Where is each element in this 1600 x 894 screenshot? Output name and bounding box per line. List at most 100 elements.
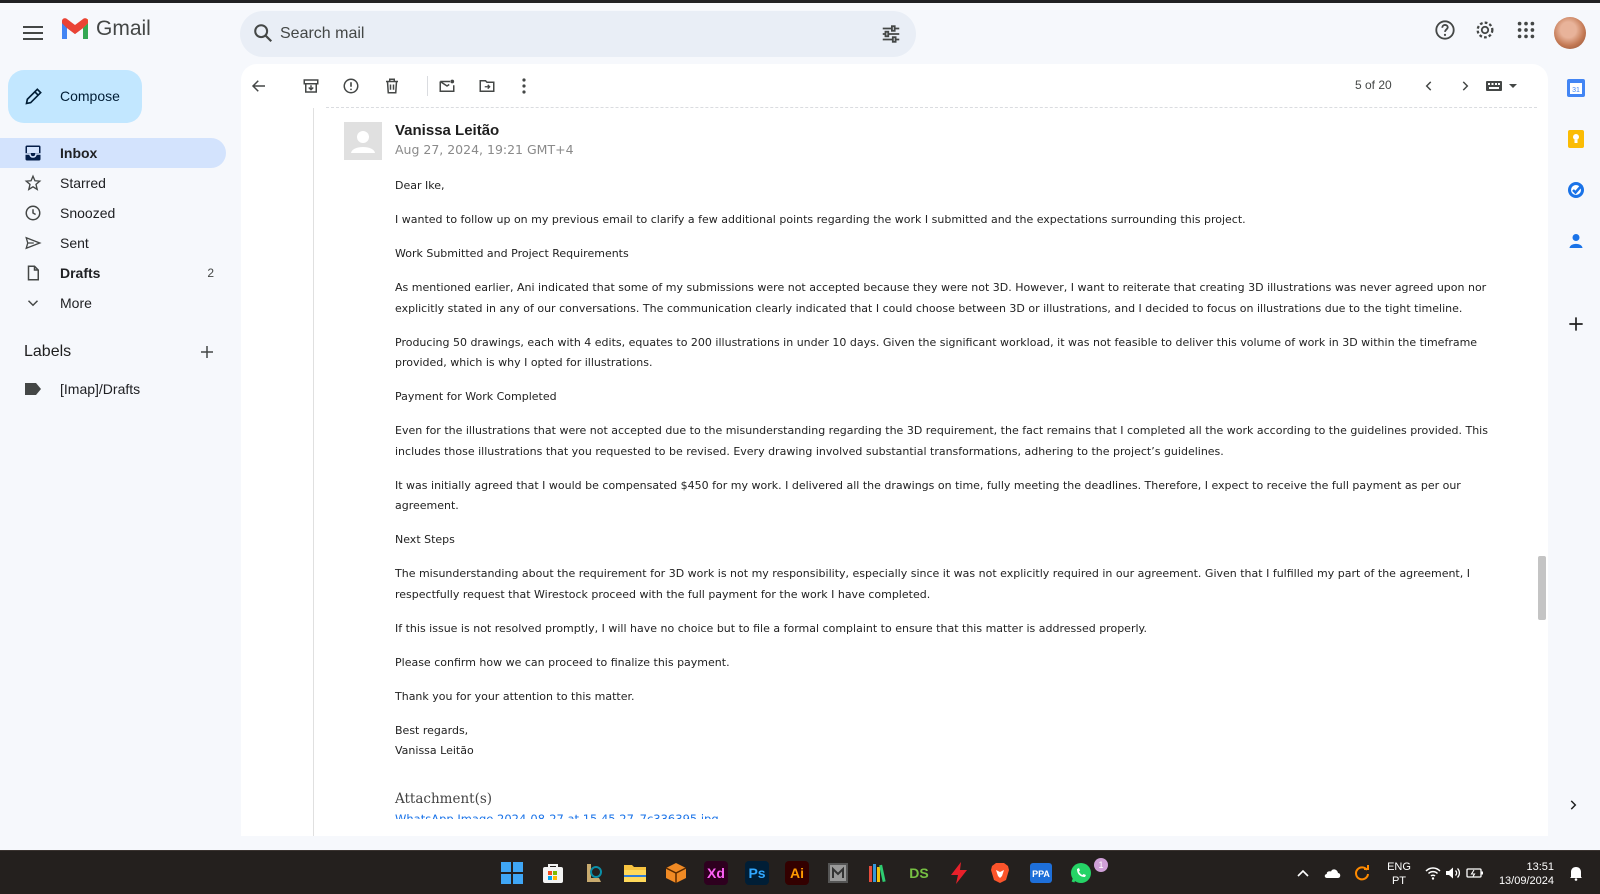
sidebar-item-label: Starred xyxy=(60,175,106,191)
sidebar-item-inbox[interactable]: Inbox xyxy=(0,138,226,168)
body-paragraph: I wanted to follow up on my previous ema… xyxy=(395,213,1246,226)
sync-update-icon[interactable] xyxy=(1350,861,1374,885)
archive-icon[interactable] xyxy=(299,74,323,98)
draft-icon xyxy=(24,264,42,282)
body-paragraph: Please confirm how we can proceed to fin… xyxy=(395,655,730,669)
sender-name[interactable]: Vanissa Leitão xyxy=(395,122,499,139)
attachments-heading: Attachment(s) xyxy=(395,791,493,807)
compose-button[interactable]: Compose xyxy=(8,70,142,123)
back-arrow-icon[interactable] xyxy=(247,74,271,98)
older-chevron-right-icon[interactable] xyxy=(1453,74,1477,98)
help-icon[interactable] xyxy=(1434,19,1456,46)
body-paragraph: The misunderstanding about the requireme… xyxy=(395,567,1470,601)
input-tools-keyboard-icon[interactable] xyxy=(1483,74,1521,98)
volume-speaker-icon[interactable] xyxy=(1441,861,1465,885)
pencil-icon xyxy=(24,86,44,111)
file-explorer-icon[interactable] xyxy=(623,861,647,885)
compose-label: Compose xyxy=(60,88,120,104)
sender-avatar xyxy=(344,122,382,160)
language-code: ENG xyxy=(1387,861,1411,873)
signature: Vanissa Leitão xyxy=(395,744,474,757)
sidebar-item-label: Inbox xyxy=(60,145,98,161)
main-menu-icon[interactable] xyxy=(18,18,48,48)
illustrator-icon[interactable]: Ai xyxy=(785,861,809,885)
body-paragraph: It was initially agreed that I would be … xyxy=(395,478,1461,513)
newer-chevron-left-icon[interactable] xyxy=(1417,74,1441,98)
search-bar[interactable] xyxy=(240,11,916,57)
notification-bell-icon[interactable] xyxy=(1564,861,1588,885)
closing: Best regards, xyxy=(395,723,469,737)
windows-start-icon[interactable] xyxy=(500,861,524,885)
tray-overflow-chevron-icon[interactable] xyxy=(1291,861,1315,885)
label-item-imap-drafts[interactable]: [Imap]/Drafts xyxy=(0,374,226,404)
keep-notes-icon[interactable] xyxy=(1566,129,1586,149)
label-item-label: [Imap]/Drafts xyxy=(60,381,141,397)
contacts-icon[interactable] xyxy=(1566,231,1586,251)
daz-studio-icon[interactable]: DS xyxy=(907,861,931,885)
whatsapp-unread-badge: 1 xyxy=(1094,858,1108,872)
adobe-xd-icon[interactable]: Xd xyxy=(704,861,728,885)
label-tag-icon xyxy=(24,381,42,402)
tasks-icon[interactable] xyxy=(1566,180,1586,200)
search-input[interactable] xyxy=(280,11,840,57)
apps-grid-icon[interactable] xyxy=(1515,19,1537,46)
body-paragraph: As mentioned earlier, Ani indicated that… xyxy=(395,281,1487,315)
message-date: Aug 27, 2024, 19:21 GMT+4 xyxy=(395,142,574,157)
sketch-box-icon[interactable] xyxy=(664,861,688,885)
brave-browser-icon[interactable] xyxy=(988,861,1012,885)
sidebar-item-sent[interactable]: Sent xyxy=(0,228,226,258)
body-paragraph: Thank you for your attention to this mat… xyxy=(395,689,635,703)
settings-gear-icon[interactable] xyxy=(1474,19,1496,46)
sidebar-item-label: Sent xyxy=(60,235,89,251)
labels-heading: Labels xyxy=(24,343,72,360)
league-app-icon[interactable] xyxy=(582,861,606,885)
report-spam-icon[interactable] xyxy=(339,74,363,98)
thread-line xyxy=(313,108,314,836)
body-heading: Next Steps xyxy=(395,533,455,546)
message-toolbar: 5 of 20 xyxy=(241,64,1548,108)
sidebar-item-more[interactable]: More xyxy=(0,288,226,318)
show-side-panel-chevron-icon[interactable] xyxy=(1566,798,1586,818)
attachment-link[interactable]: WhatsApp Image 2024-08-27 at 15.45.27_7c… xyxy=(395,812,719,819)
svg-text:31: 31 xyxy=(1572,87,1580,94)
photoshop-icon[interactable]: Ps xyxy=(745,861,769,885)
sidebar-nav: Inbox Starred Snoozed Sent Drafts 2 More xyxy=(0,138,226,318)
microsoft-store-icon[interactable] xyxy=(541,861,565,885)
windows-taskbar: Xd Ps Ai DS PPA ENG PT 13:51 13/09/2024 xyxy=(0,850,1600,894)
flash-app-icon[interactable] xyxy=(947,861,971,885)
svg-text:PPA: PPA xyxy=(1032,869,1050,879)
toolbar-divider xyxy=(427,76,428,96)
body-paragraph: Even for the illustrations that were not… xyxy=(395,424,1488,458)
keyboard-language[interactable]: ENG PT xyxy=(1382,860,1416,888)
chevron-down-icon xyxy=(24,294,42,312)
get-addons-plus-icon[interactable] xyxy=(1566,314,1586,334)
onedrive-cloud-icon[interactable] xyxy=(1320,861,1344,885)
move-to-folder-icon[interactable] xyxy=(475,74,499,98)
more-options-icon[interactable] xyxy=(512,74,536,98)
ppa-app-icon[interactable]: PPA xyxy=(1029,861,1053,885)
collapsed-thread-divider xyxy=(326,107,1537,108)
mark-unread-icon[interactable] xyxy=(435,74,459,98)
gmail-logo[interactable]: Gmail xyxy=(60,17,151,41)
sidebar-item-snoozed[interactable]: Snoozed xyxy=(0,198,226,228)
search-icon[interactable] xyxy=(252,22,274,49)
body-heading: Work Submitted and Project Requirements xyxy=(395,247,629,260)
account-avatar[interactable] xyxy=(1554,17,1586,49)
scrollbar-thumb[interactable] xyxy=(1538,556,1546,620)
calendar-icon[interactable]: 31 xyxy=(1566,78,1586,98)
sidebar-item-drafts[interactable]: Drafts 2 xyxy=(0,258,226,288)
library-books-icon[interactable] xyxy=(866,861,890,885)
sidebar-item-starred[interactable]: Starred xyxy=(0,168,226,198)
add-label-icon[interactable] xyxy=(198,343,218,363)
side-panel: 31 xyxy=(1552,64,1600,836)
clock-datetime[interactable]: 13:51 13/09/2024 xyxy=(1490,860,1560,888)
battery-icon[interactable] xyxy=(1463,861,1487,885)
send-icon xyxy=(24,234,42,252)
sidebar-item-label: More xyxy=(60,295,92,311)
delete-trash-icon[interactable] xyxy=(380,74,404,98)
search-options-icon[interactable] xyxy=(880,23,902,50)
inbox-icon xyxy=(24,144,42,162)
header: Gmail xyxy=(0,3,1600,63)
whatsapp-icon[interactable] xyxy=(1069,861,1093,885)
imagemagick-icon[interactable] xyxy=(826,861,850,885)
